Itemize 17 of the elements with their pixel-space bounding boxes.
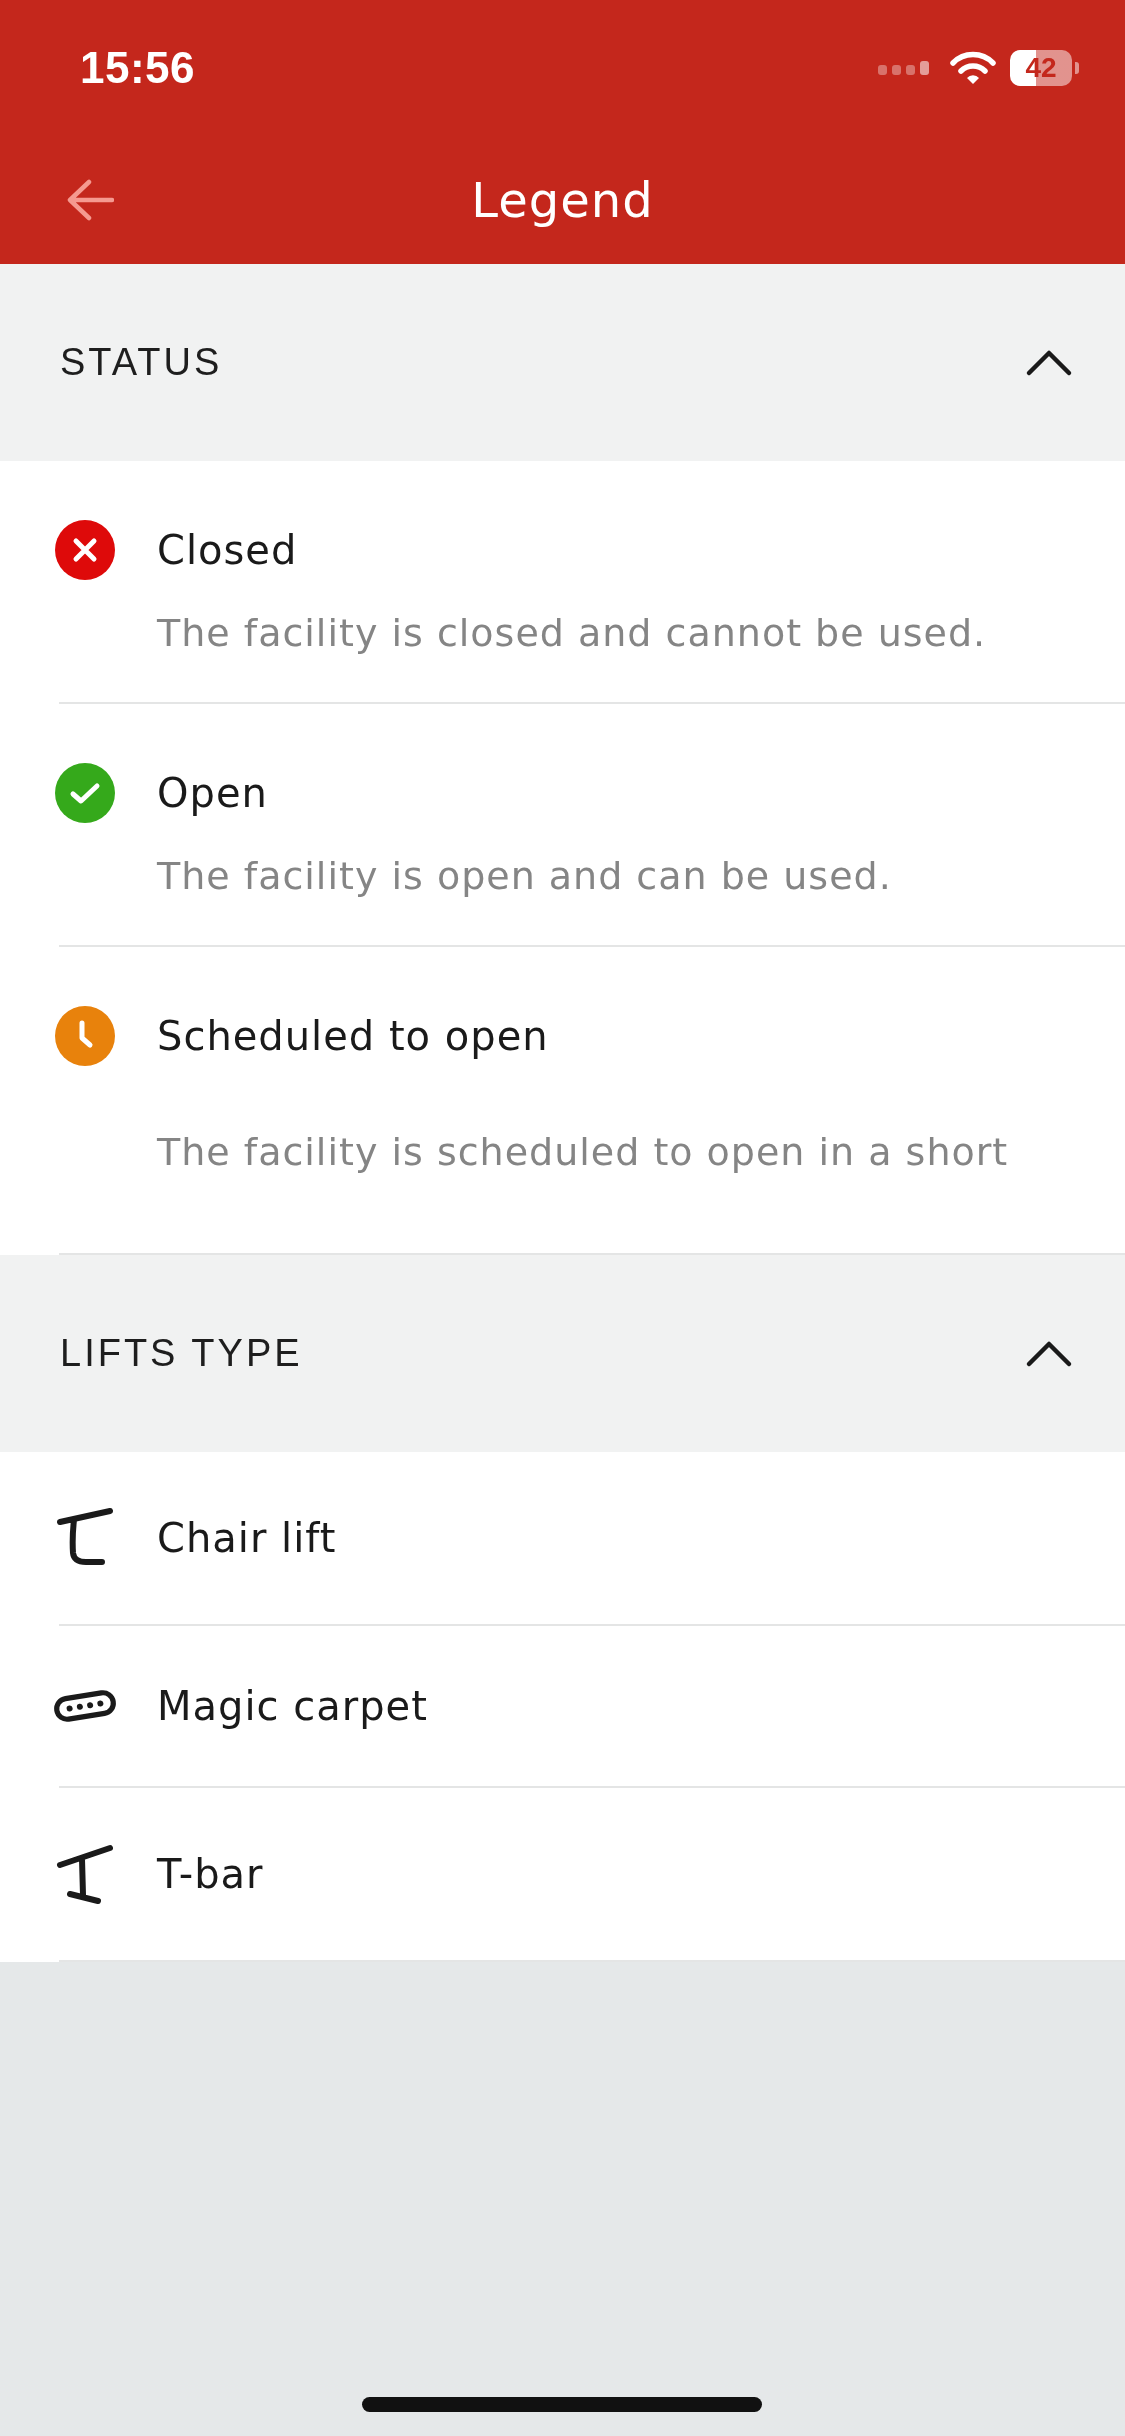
legend-label: Open [157, 769, 269, 818]
legend-label: Magic carpet [157, 1682, 428, 1731]
wifi-icon [950, 51, 996, 85]
legend-description: The facility is scheduled to open in a short [157, 1129, 1009, 1176]
legend-label: T-bar [157, 1850, 264, 1899]
screen-title: Legend [471, 172, 654, 228]
legend-description: The facility is closed and cannot be used. [157, 610, 987, 657]
legend-label: Chair lift [157, 1514, 337, 1563]
legend-label: Scheduled to open [157, 1012, 550, 1061]
signal-icon [878, 61, 930, 75]
legend-description: The facility is open and can be used. [157, 853, 892, 900]
section-header[interactable]: LIFTS TYPE [0, 1255, 1125, 1452]
status-time: 15:56 [80, 43, 196, 93]
t-bar-icon [56, 1843, 114, 1905]
back-arrow-icon [66, 179, 114, 221]
section-header[interactable]: STATUS [0, 264, 1125, 461]
legend-label: Closed [157, 526, 299, 575]
